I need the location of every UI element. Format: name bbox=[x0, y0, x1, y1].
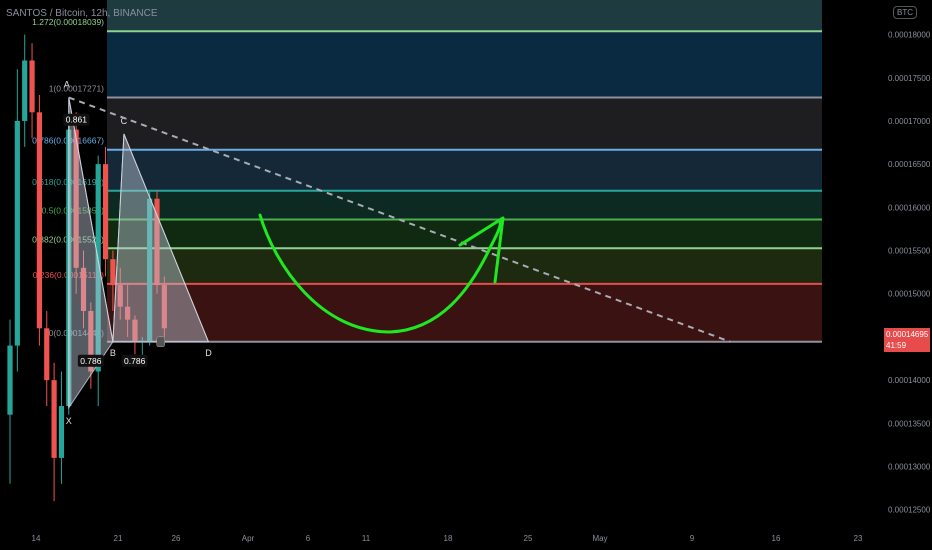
time-tick-label: 14 bbox=[32, 534, 41, 543]
pattern-ratio-label: 0.861 bbox=[66, 115, 88, 125]
candle-body bbox=[51, 380, 57, 458]
last-price-value: 0.00014695 bbox=[886, 330, 929, 339]
fib-band bbox=[107, 149, 822, 191]
pattern-point-label: X bbox=[66, 416, 72, 426]
candle-body bbox=[36, 112, 42, 329]
time-axis[interactable]: 14 21 26 Apr 6 11 18 25 May 9 16 23 bbox=[0, 527, 882, 550]
fib-band bbox=[107, 190, 822, 220]
candle-body bbox=[22, 60, 28, 121]
price-tick-label: 0.00016500 bbox=[888, 160, 931, 169]
price-tick-label: 0.00013500 bbox=[888, 419, 931, 428]
fib-band-top bbox=[107, 0, 822, 32]
candle-body bbox=[44, 328, 50, 381]
candle-body bbox=[7, 345, 13, 415]
price-tick-label: 0.00015000 bbox=[888, 290, 931, 299]
candle-body bbox=[58, 406, 65, 458]
price-tick-label: 0.00014000 bbox=[888, 376, 931, 385]
time-tick-label: 6 bbox=[306, 534, 311, 543]
fib-level-label: 1(0.00017271) bbox=[49, 84, 104, 94]
marker-flag-icon bbox=[156, 336, 165, 348]
currency-badge[interactable]: BTC bbox=[893, 6, 917, 19]
candle-body bbox=[14, 120, 20, 346]
time-tick-label: 26 bbox=[172, 534, 181, 543]
fib-band bbox=[107, 283, 822, 342]
time-tick-label: 16 bbox=[772, 534, 781, 543]
time-axis-bg bbox=[0, 527, 882, 550]
fib-band bbox=[107, 97, 822, 150]
time-tick-label: 9 bbox=[690, 534, 695, 543]
price-tick-label: 0.00017500 bbox=[888, 74, 931, 83]
pattern-ratio-label: 0.786 bbox=[124, 356, 146, 366]
price-tick-label: 0.00016000 bbox=[888, 203, 931, 212]
time-tick-label: 11 bbox=[362, 534, 371, 543]
pattern-point-label: A bbox=[64, 80, 70, 90]
price-tick-label: 0.00017000 bbox=[888, 117, 931, 126]
bar-countdown: 41:59 bbox=[886, 341, 907, 350]
fib-band bbox=[107, 31, 822, 98]
last-price-tag: 0.00014695 41:59 bbox=[884, 328, 930, 352]
chart-title: SANTOS / Bitcoin, 12h, BINANCE bbox=[6, 8, 158, 19]
price-tick-label: 0.00015500 bbox=[888, 247, 931, 256]
pattern-ratio-label: 0.786 bbox=[80, 356, 102, 366]
candle-body bbox=[110, 259, 116, 286]
time-tick-label: 21 bbox=[114, 534, 123, 543]
price-axis[interactable]: 0.00018000 0.00017500 0.00017000 0.00016500… bbox=[882, 0, 932, 550]
time-tick-label: 18 bbox=[444, 534, 453, 543]
candle-body bbox=[102, 164, 109, 260]
time-tick-label: 23 bbox=[854, 534, 863, 543]
time-tick-label: Apr bbox=[242, 534, 255, 543]
pattern-point-label: D bbox=[205, 348, 212, 358]
candle-body bbox=[29, 60, 35, 113]
price-tick-label: 0.00013000 bbox=[888, 463, 931, 472]
time-tick-label: 25 bbox=[524, 534, 533, 543]
price-tick-label: 0.00012500 bbox=[888, 506, 931, 515]
pattern-point-label: B bbox=[110, 348, 116, 358]
time-tick-label: May bbox=[592, 534, 607, 543]
price-tick-label: 0.00018000 bbox=[888, 31, 931, 40]
fib-band bbox=[107, 248, 822, 284]
price-chart[interactable]: 1.272(0.00018039)1(0.00017271)0.786(0.00… bbox=[0, 0, 932, 550]
